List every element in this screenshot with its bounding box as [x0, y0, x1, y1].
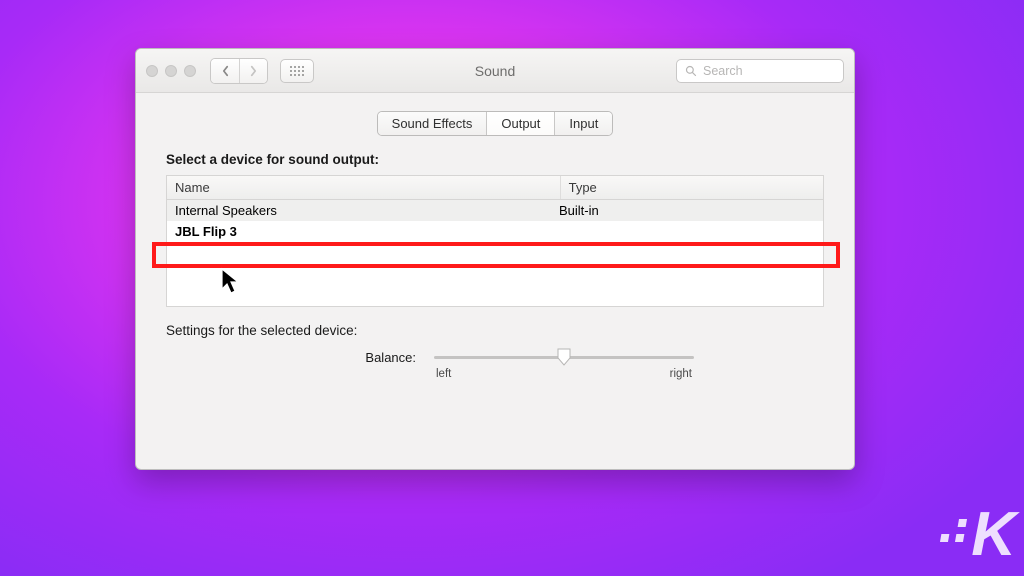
output-section-heading: Select a device for sound output: [166, 152, 824, 167]
table-header: Name Type [167, 176, 823, 200]
window-controls [146, 65, 196, 77]
forward-button[interactable] [239, 59, 267, 83]
zoom-window-button[interactable] [184, 65, 196, 77]
tab-input[interactable]: Input [554, 112, 612, 135]
minimize-window-button[interactable] [165, 65, 177, 77]
device-type [559, 224, 815, 239]
tab-sound-effects[interactable]: Sound Effects [378, 112, 487, 135]
balance-right-label: right [670, 368, 692, 380]
search-input[interactable] [703, 64, 835, 78]
search-icon [685, 65, 697, 77]
nav-buttons [210, 58, 268, 84]
column-header-name[interactable]: Name [167, 176, 561, 199]
device-type: Built-in [559, 203, 815, 218]
device-row[interactable]: JBL Flip 3 [167, 221, 823, 242]
balance-control: Balance: left right [166, 350, 824, 380]
back-button[interactable] [211, 59, 239, 83]
chevron-left-icon [221, 65, 230, 77]
chevron-right-icon [249, 65, 258, 77]
device-name: Internal Speakers [175, 203, 559, 218]
balance-label: Balance: [296, 350, 416, 365]
watermark-letter: K [971, 499, 1014, 570]
slider-thumb[interactable] [557, 348, 571, 366]
watermark-dots-icon [940, 519, 967, 542]
column-header-type[interactable]: Type [561, 176, 823, 199]
close-window-button[interactable] [146, 65, 158, 77]
sound-preferences-window: Sound Sound Effects Output Input Select … [135, 48, 855, 470]
device-row[interactable]: Internal Speakers Built-in [167, 200, 823, 221]
show-all-button[interactable] [280, 59, 314, 83]
settings-section-heading: Settings for the selected device: [166, 323, 824, 338]
tab-output[interactable]: Output [486, 112, 554, 135]
titlebar: Sound [136, 49, 854, 93]
device-name: JBL Flip 3 [175, 224, 559, 239]
content-area: Sound Effects Output Input Select a devi… [136, 93, 854, 388]
device-table: Name Type Internal Speakers Built-in JBL… [166, 175, 824, 307]
grid-icon [290, 66, 304, 76]
search-field-wrap[interactable] [676, 59, 844, 83]
balance-left-label: left [436, 368, 451, 380]
balance-slider[interactable]: left right [434, 350, 694, 380]
tab-bar: Sound Effects Output Input [166, 111, 824, 136]
watermark: K [942, 499, 1014, 570]
